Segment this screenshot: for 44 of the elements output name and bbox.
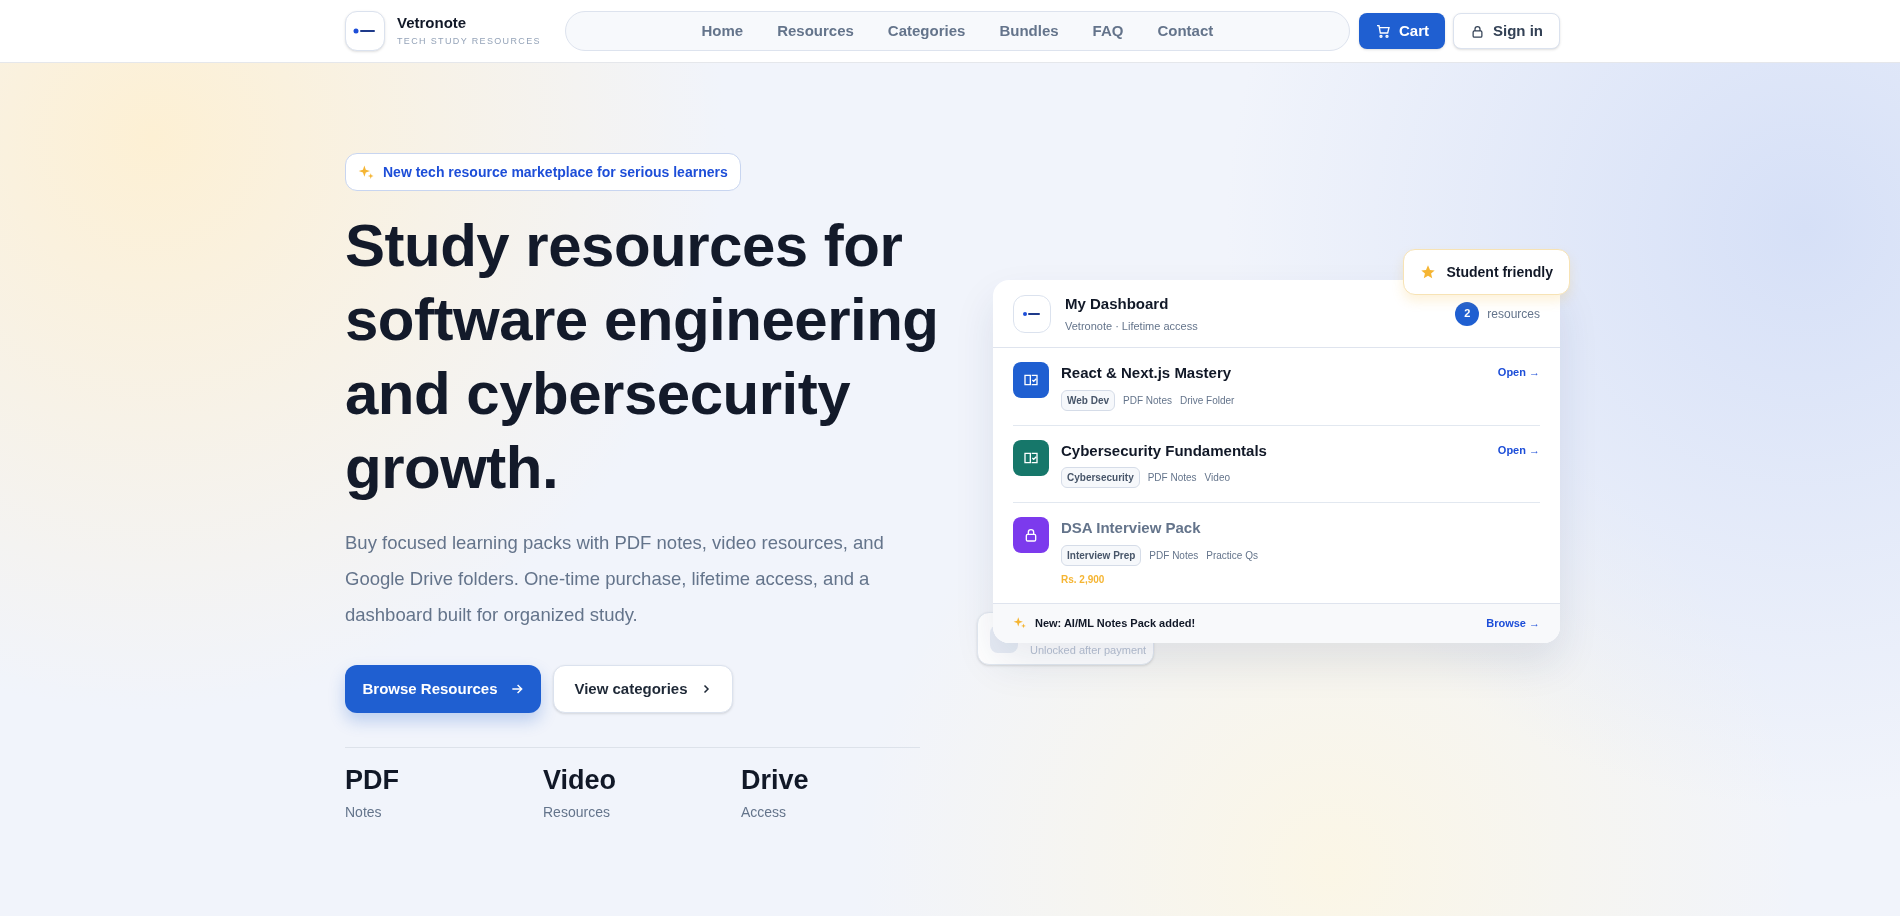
- dashboard-title: My Dashboard: [1065, 294, 1170, 314]
- browse-resources-button[interactable]: Browse Resources: [345, 665, 541, 713]
- nav-link[interactable]: FAQ: [1092, 19, 1124, 43]
- nav-link[interactable]: Categories: [887, 19, 966, 43]
- hero-description: Buy focused learning packs with PDF notes, video resources, and Google Drive folders. One-time purchase, lifetime access, and a dashboard built for organized study.: [345, 531, 885, 627]
- nav-link[interactable]: Contact: [1157, 19, 1214, 43]
- resource-title: DSA Interview Pack: [1061, 518, 1202, 538]
- browse-link[interactable]: Browse →: [1486, 614, 1540, 632]
- brand-tagline: TECH STUDY RESOURCES: [397, 34, 541, 48]
- meta-text: PDF Notes: [1123, 393, 1172, 408]
- announcement-badge: New tech resource marketplace for serious learners: [345, 153, 741, 191]
- stat-value: Video: [543, 764, 618, 796]
- category-tag: Web Dev: [1061, 389, 1116, 411]
- open-link[interactable]: Open →: [1497, 364, 1540, 381]
- nav-link[interactable]: Home: [701, 19, 744, 43]
- resource-title: React & Next.js Mastery: [1061, 363, 1233, 383]
- stat-label: Resources: [543, 803, 611, 822]
- meta-text: Practice Qs: [1206, 548, 1258, 563]
- count-badge: 2: [1455, 301, 1480, 326]
- dashboard-subtitle: Vetronote · Lifetime access: [1065, 318, 1198, 334]
- nav-link[interactable]: Bundles: [999, 19, 1059, 43]
- price-text: Rs. 2,900: [1061, 572, 1106, 587]
- meta-text: Drive Folder: [1179, 393, 1235, 408]
- view-categories-button[interactable]: View categories: [553, 665, 733, 713]
- meta-text: PDF Notes: [1149, 548, 1199, 563]
- count-label: resources: [1487, 305, 1540, 323]
- brand-name: Vetronote: [397, 13, 468, 33]
- stat-label: Access: [741, 803, 788, 822]
- nav-link[interactable]: Resources: [777, 19, 854, 43]
- student-friendly-badge: Student friendly: [1403, 249, 1570, 295]
- stat-value: PDF: [345, 764, 400, 796]
- resource-title: Cybersecurity Fundamentals: [1061, 440, 1267, 461]
- meta-text: Video: [1204, 471, 1230, 485]
- hero-heading: Study resources for software engineering and cybersecurity growth.: [345, 211, 940, 503]
- stat-value: Drive: [741, 764, 810, 796]
- category-tag: Cybersecurity: [1061, 467, 1140, 488]
- category-tag: Interview Prep: [1061, 544, 1142, 566]
- hidden-card-text: Unlocked after payment: [1030, 643, 1147, 658]
- stat-label: Notes: [345, 803, 383, 822]
- cart-button[interactable]: Cart: [1359, 13, 1445, 49]
- announcement-text: New: AI/ML Notes Pack added!: [1035, 615, 1196, 631]
- open-link[interactable]: Open →: [1497, 441, 1540, 458]
- meta-text: PDF Notes: [1147, 471, 1197, 485]
- sign-in-button[interactable]: Sign in: [1453, 13, 1560, 49]
